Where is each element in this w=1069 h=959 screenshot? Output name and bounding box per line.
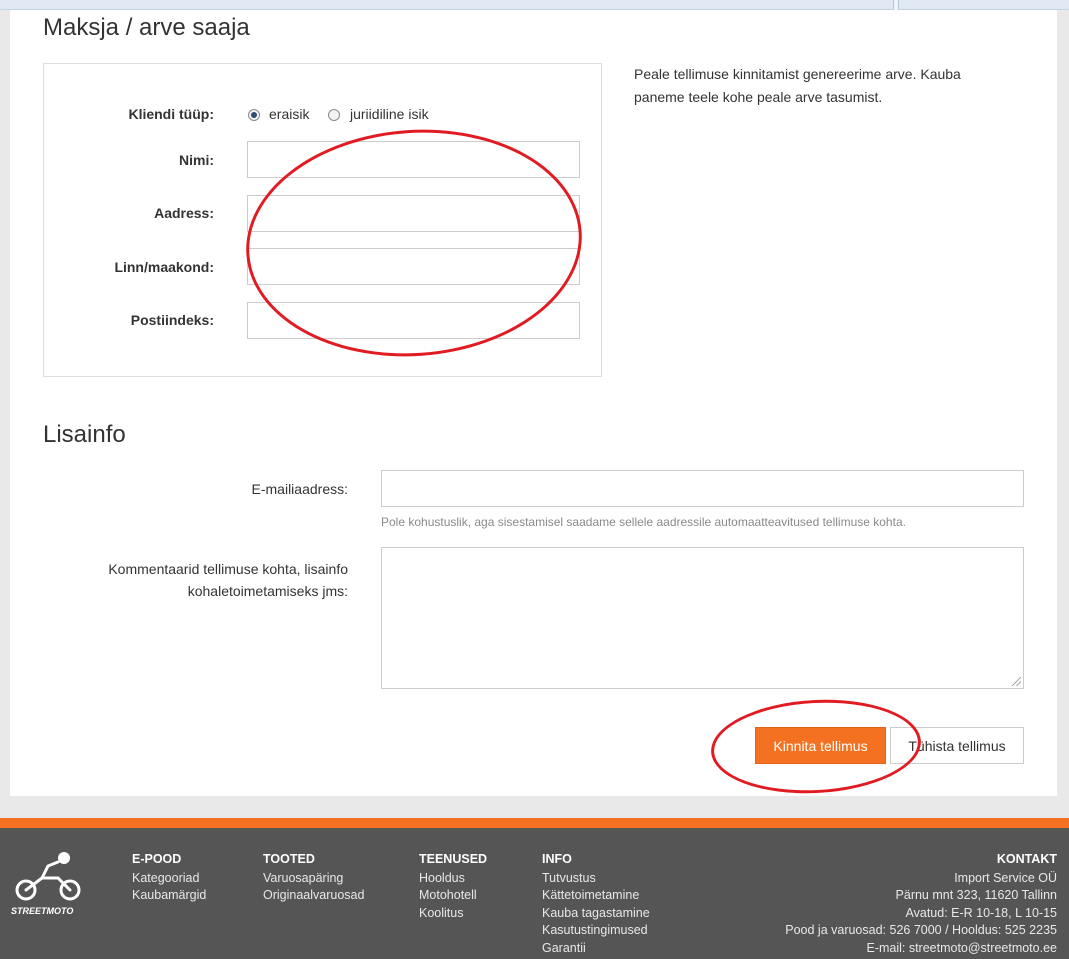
invoice-info-text: Peale tellimuse kinnitamist genereerime …: [634, 66, 961, 105]
radio-juriidiline-label[interactable]: juriidiline isik: [350, 106, 429, 122]
cancel-order-button[interactable]: Tühista tellimus: [890, 727, 1024, 764]
comments-label-line1: Kommentaarid tellimuse kohta, lisainfo: [108, 561, 348, 577]
footer-link-tutvustus[interactable]: Tutvustus: [542, 870, 650, 888]
city-input[interactable]: [247, 248, 580, 285]
footer-col-title: INFO: [542, 852, 572, 866]
footer-col-title: TOOTED: [263, 852, 315, 866]
footer-col-title: KONTAKT: [996, 852, 1057, 866]
footer-col-tooted: TOOTED Varuosapäring Originaalvaruosad: [263, 851, 364, 905]
logo-text: STREETMOTO: [11, 906, 73, 916]
footer-link-kauba-tagastamine[interactable]: Kauba tagastamine: [542, 905, 650, 923]
footer-link-kaubamargid[interactable]: Kaubamärgid: [132, 887, 206, 905]
contact-address: Pärnu mnt 323, 11620 Tallinn: [895, 888, 1057, 902]
confirm-order-button[interactable]: Kinnita tellimus: [755, 727, 886, 764]
contact-phones: Pood ja varuosad: 526 7000 / Hooldus: 52…: [785, 923, 1057, 937]
tab-separator: [893, 0, 899, 10]
footer-col-kontakt: KONTAKT Import Service OÜ Pärnu mnt 323,…: [785, 851, 1057, 957]
resize-grip-icon[interactable]: [1012, 677, 1021, 686]
email-help-text: Pole kohustuslik, aga sisestamisel saada…: [381, 515, 906, 529]
footer-col-title: E-POOD: [132, 852, 182, 866]
footer-col-epood: E-POOD Kategooriad Kaubamärgid: [132, 851, 206, 905]
comments-label-line2: kohaletoimetamiseks jms:: [187, 583, 348, 599]
extra-section-title: Lisainfo: [43, 421, 126, 448]
footer-link-motohotell[interactable]: Motohotell: [419, 887, 487, 905]
postal-input[interactable]: [247, 302, 580, 339]
footer-col-teenused: TEENUSED Hooldus Motohotell Koolitus: [419, 851, 487, 922]
name-input[interactable]: [247, 141, 580, 178]
radio-eraisik[interactable]: [248, 109, 260, 121]
footer-link-varuosaparing[interactable]: Varuosapäring: [263, 870, 364, 888]
city-label: Linn/maakond:: [114, 259, 214, 275]
name-label: Nimi:: [179, 152, 214, 168]
footer-link-koolitus[interactable]: Koolitus: [419, 905, 487, 923]
browser-top-strip: [0, 0, 1069, 10]
email-input[interactable]: [381, 470, 1024, 507]
email-label: E-mailiaadress:: [251, 481, 348, 497]
footer-col-info: INFO Tutvustus Kättetoimetamine Kauba ta…: [542, 851, 650, 957]
footer-link-kategooriad[interactable]: Kategooriad: [132, 870, 206, 888]
footer-col-title: TEENUSED: [419, 852, 488, 866]
postal-label: Postiindeks:: [130, 312, 214, 328]
client-type-label: Kliendi tüüp:: [128, 106, 214, 122]
footer-link-originaalvaruosad[interactable]: Originaalvaruosad: [263, 887, 364, 905]
footer-link-kasutustingimused[interactable]: Kasutustingimused: [542, 922, 650, 940]
address-label: Aadress:: [154, 205, 214, 221]
radio-eraisik-label[interactable]: eraisik: [269, 106, 309, 122]
billing-section-title: Maksja / arve saaja: [43, 14, 250, 41]
footer-link-hooldus[interactable]: Hooldus: [419, 870, 487, 888]
contact-hours: Avatud: E-R 10-18, L 10-15: [905, 905, 1057, 920]
comments-label: Kommentaarid tellimuse kohta, lisainfo k…: [48, 558, 348, 602]
footer-link-garantii[interactable]: Garantii: [542, 940, 650, 958]
contact-company: Import Service OÜ: [954, 870, 1057, 885]
contact-email[interactable]: E-mail: streetmoto@streetmoto.ee: [785, 940, 1057, 958]
footer-accent-bar: [0, 818, 1069, 828]
comments-textarea[interactable]: [381, 547, 1024, 689]
streetmoto-logo-icon[interactable]: STREETMOTO: [8, 848, 90, 918]
footer: STREETMOTO E-POOD Kategooriad Kaubamärgi…: [0, 828, 1069, 959]
address-input[interactable]: [247, 195, 580, 232]
radio-juriidiline[interactable]: [328, 109, 340, 121]
footer-link-kattetoimetamine[interactable]: Kättetoimetamine: [542, 887, 650, 905]
